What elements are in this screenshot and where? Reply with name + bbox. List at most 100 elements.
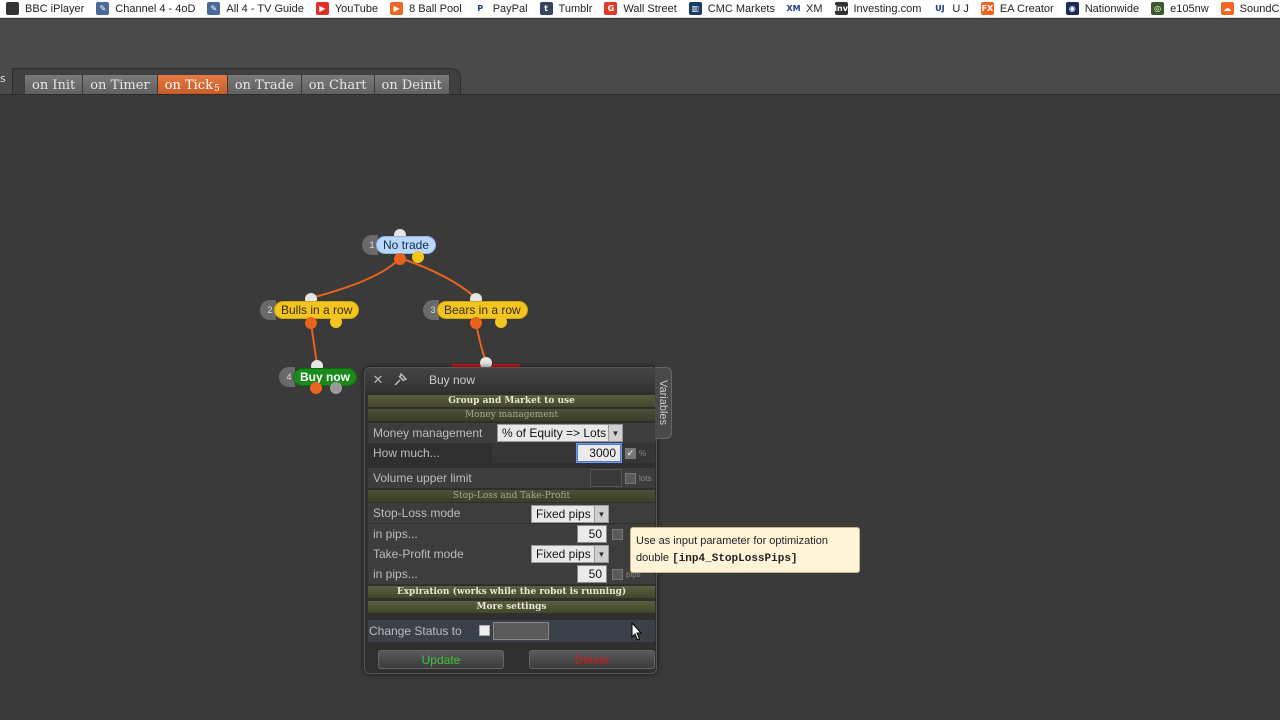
bookmark-8ballpool[interactable]: ▶ 8 Ball Pool xyxy=(384,0,468,18)
close-icon[interactable]: ✕ xyxy=(369,371,387,389)
youtube-icon: ▶ xyxy=(315,2,329,15)
variables-tab[interactable]: Variables xyxy=(655,367,672,439)
tab-on-chart[interactable]: on Chart xyxy=(301,75,375,95)
node-1-true-connector[interactable] xyxy=(394,253,406,265)
tab-on-init[interactable]: on Init xyxy=(25,75,84,95)
bookmark-wallstreet[interactable]: G Wall Street xyxy=(598,0,682,18)
bookmark-tumblr[interactable]: t Tumblr xyxy=(534,0,599,18)
how-much-optimize-checkbox[interactable]: ✓ xyxy=(625,448,636,459)
tab-on-timer[interactable]: on Timer xyxy=(83,75,158,95)
bookmark-label: YouTube xyxy=(334,2,379,15)
bookmark-xm[interactable]: XM XM xyxy=(781,0,829,18)
how-much-input[interactable]: 3000 xyxy=(577,444,621,462)
bookmark-label: Tumblr xyxy=(558,2,593,15)
tab-on-trade[interactable]: on Trade xyxy=(227,75,302,95)
tab-on-deinit[interactable]: on Deinit xyxy=(374,75,450,95)
section-stoploss-takeprofit[interactable]: Stop-Loss and Take-Profit xyxy=(368,490,655,502)
section-money-management[interactable]: Money management xyxy=(368,409,655,421)
link-1-3 xyxy=(399,257,477,299)
stoploss-mode-row: Stop-Loss mode xyxy=(368,503,655,523)
bookmark-channel4[interactable]: ✎ Channel 4 - 4oD xyxy=(90,0,201,18)
bookmarks-bar: BBC iPlayer ✎ Channel 4 - 4oD ✎ All 4 - TV G… xyxy=(0,0,1280,18)
volume-limit-input[interactable] xyxy=(590,469,622,487)
tooltip-line: Use as input parameter for optimization xyxy=(636,535,828,547)
bookmark-label: Investing.com xyxy=(853,2,922,15)
bookmark-label: SoundCloud xyxy=(1239,2,1280,15)
all4-icon: ✎ xyxy=(207,2,221,15)
node-3-false-connector[interactable] xyxy=(495,316,507,328)
stoploss-optimize-checkbox[interactable] xyxy=(612,529,623,540)
tab-baseline xyxy=(0,94,1280,95)
volume-optimize-checkbox[interactable] xyxy=(625,473,636,484)
volume-limit-label: Volume upper limit xyxy=(373,471,472,485)
bookmark-cmc[interactable]: ▥ CMC Markets xyxy=(683,0,781,18)
bookmark-label: CMC Markets xyxy=(707,2,775,15)
eacreator-icon: FX xyxy=(980,2,994,15)
stoploss-pips-label: in pips... xyxy=(373,527,418,541)
bookmark-label: EA Creator xyxy=(999,2,1054,15)
node-label: Bears in a row xyxy=(437,301,528,319)
bookmark-label: U J xyxy=(952,2,969,15)
takeprofit-pips-input[interactable]: 50 xyxy=(577,565,607,583)
money-management-label: Money management xyxy=(373,426,483,440)
bookmark-e105nw[interactable]: ◎ e105nw xyxy=(1145,0,1215,18)
chevron-down-icon: ▼ xyxy=(594,546,608,562)
e105nw-icon: ◎ xyxy=(1151,2,1165,15)
takeprofit-optimize-checkbox[interactable] xyxy=(612,569,623,580)
tooltip-param-line: double [inp4_StopLossPips] xyxy=(636,550,859,568)
change-status-label: Change Status to xyxy=(369,624,462,638)
tumblr-icon: t xyxy=(539,2,553,15)
node-label: Buy now xyxy=(293,368,357,386)
bookmark-soundcloud[interactable]: ☁ SoundCloud xyxy=(1215,0,1280,18)
channel4-icon: ✎ xyxy=(96,2,110,15)
8ballpool-icon: ▶ xyxy=(390,2,404,15)
takeprofit-mode-row: Take-Profit mode xyxy=(368,544,655,564)
node-no-trade[interactable]: 1 No trade xyxy=(362,235,437,255)
change-status-input[interactable] xyxy=(493,622,549,640)
section-more-settings[interactable]: More settings xyxy=(368,601,655,613)
bookmark-label: Channel 4 - 4oD xyxy=(115,2,196,15)
bookmark-all4[interactable]: ✎ All 4 - TV Guide xyxy=(201,0,309,18)
section-group-market[interactable]: Group and Market to use xyxy=(368,395,655,407)
tab-on-tick[interactable]: on Tick 5 xyxy=(157,75,228,95)
money-management-select[interactable]: % of Equity => Lots ▼ xyxy=(497,424,623,442)
uj-icon: UJ xyxy=(933,2,947,15)
bookmark-label: BBC iPlayer xyxy=(25,2,85,15)
volume-unit: lots xyxy=(639,474,652,483)
update-button[interactable]: Update xyxy=(378,650,504,669)
wallstreet-icon: G xyxy=(604,2,618,15)
stoploss-mode-select[interactable]: Fixed pips ▼ xyxy=(531,505,609,523)
tooltip-type: double xyxy=(636,552,670,564)
mouse-cursor-icon xyxy=(631,622,643,641)
xm-icon: XM xyxy=(786,2,801,15)
stoploss-pips-input[interactable]: 50 xyxy=(577,525,607,543)
bookmark-label: All 4 - TV Guide xyxy=(226,2,304,15)
node-1-false-connector[interactable] xyxy=(412,251,424,263)
node-4-output-connector[interactable] xyxy=(310,382,322,394)
link-2-4 xyxy=(310,322,318,366)
node-2-true-connector[interactable] xyxy=(305,317,317,329)
delete-button[interactable]: Delete xyxy=(529,650,655,669)
bookmark-bbc[interactable]: BBC iPlayer xyxy=(0,0,90,18)
bookmark-investing[interactable]: Inv Investing.com xyxy=(829,0,928,18)
bookmark-nationwide[interactable]: ◉ Nationwide xyxy=(1060,0,1145,18)
pin-icon[interactable] xyxy=(391,371,409,389)
takeprofit-mode-select[interactable]: Fixed pips ▼ xyxy=(531,545,609,563)
how-much-label: How much... xyxy=(373,446,440,460)
node-2-false-connector[interactable] xyxy=(330,316,342,328)
dialog-title: Buy now xyxy=(429,373,476,387)
bookmark-uj[interactable]: UJ U J xyxy=(927,0,975,18)
bookmark-eacreator[interactable]: FX EA Creator xyxy=(975,0,1060,18)
bookmark-paypal[interactable]: P PayPal xyxy=(468,0,534,18)
node-3-true-connector[interactable] xyxy=(470,317,482,329)
block-properties-dialog: ✕ Buy now Group and Market to use Money … xyxy=(364,367,657,674)
node-4-secondary-connector[interactable] xyxy=(330,382,342,394)
soundcloud-icon: ☁ xyxy=(1220,2,1234,15)
node-label: Bulls in a row xyxy=(274,301,360,319)
bookmark-youtube[interactable]: ▶ YouTube xyxy=(310,0,384,18)
section-expiration[interactable]: Expiration (works while the robot is run… xyxy=(368,586,655,598)
tab-badge: 5 xyxy=(213,84,220,94)
how-much-unit: % xyxy=(639,449,647,458)
chevron-down-icon: ▼ xyxy=(594,506,608,522)
change-status-checkbox[interactable] xyxy=(479,625,490,636)
